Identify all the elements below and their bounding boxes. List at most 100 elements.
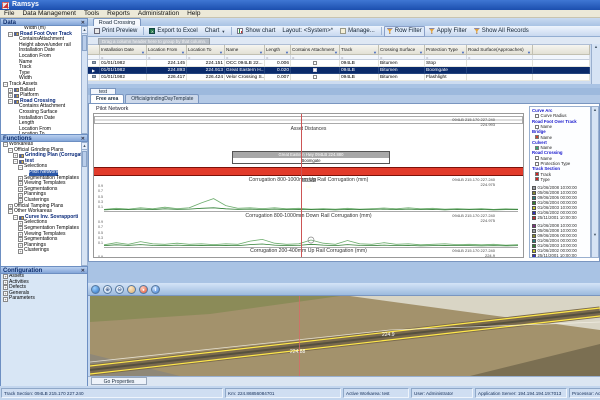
legend-checkbox[interactable]: [535, 135, 539, 139]
info-icon[interactable]: i: [151, 285, 160, 294]
grid-cell[interactable]: 224.145: [147, 60, 187, 67]
column-header-road-surface-approaches-[interactable]: Road Surface(Approaches)▼: [467, 45, 533, 55]
aerial-photo[interactable]: 224.88224.9: [90, 296, 600, 376]
expand-icon[interactable]: +: [3, 285, 8, 290]
grid-cell[interactable]: [291, 60, 340, 67]
filter-icon[interactable]: ▼: [219, 48, 223, 55]
expand-icon[interactable]: +: [3, 274, 8, 279]
expand-icon[interactable]: +: [8, 204, 13, 209]
grid-cell[interactable]: Velor Crossing S...: [225, 74, 265, 81]
menu-reports[interactable]: Reports: [103, 10, 134, 17]
column-header-crossing-surface[interactable]: Crossing Surface▼: [379, 45, 425, 55]
view-tab-officialgrindingdaytemplate[interactable]: OfficialgrindingDayTemplate: [125, 94, 199, 103]
grid-cell[interactable]: [467, 67, 533, 74]
export-to-excel-button[interactable]: XExport to Excel: [146, 26, 200, 37]
title-bar[interactable]: Ramsys: [0, 0, 600, 10]
filter-icon[interactable]: ▼: [141, 48, 145, 55]
grid-cell[interactable]: [291, 67, 340, 74]
collapse-icon[interactable]: −: [8, 209, 13, 214]
show-all-records-button[interactable]: Show All Records: [471, 26, 532, 37]
legend-scrollbar[interactable]: ▲▼: [591, 106, 599, 258]
chart-button[interactable]: Chart▼: [202, 26, 229, 37]
collapse-icon[interactable]: −: [8, 99, 13, 104]
view-tab-free-area[interactable]: Free area: [90, 94, 124, 103]
grid-cell[interactable]: 224.913: [187, 67, 225, 74]
grid-cell[interactable]: 01/01/1982: [100, 74, 147, 81]
zoom-in-icon[interactable]: ⊕: [103, 285, 112, 294]
collapse-icon[interactable]: −: [8, 148, 13, 153]
legend-checkbox[interactable]: [535, 177, 539, 181]
filter-icon[interactable]: ▼: [461, 48, 465, 55]
grid-cell[interactable]: 01/01/1982: [100, 60, 147, 67]
scroll-thumb[interactable]: [82, 35, 87, 51]
legend-checkbox[interactable]: [535, 146, 539, 150]
grid-cell[interactable]: Boomgate: [425, 67, 467, 74]
contains-attachment-checkbox[interactable]: [313, 68, 317, 72]
expand-icon[interactable]: +: [18, 176, 23, 181]
expand-icon[interactable]: +: [3, 280, 8, 285]
globe-icon[interactable]: [91, 285, 100, 294]
filter-icon[interactable]: ▼: [527, 48, 531, 55]
grid-cell[interactable]: Stop: [425, 60, 467, 67]
legend-checkbox[interactable]: [535, 172, 539, 176]
expand-icon[interactable]: +: [18, 221, 23, 226]
functions-panel-header[interactable]: Functions ✕: [0, 134, 88, 142]
expand-icon[interactable]: +: [18, 232, 23, 237]
expand-icon[interactable]: +: [3, 297, 8, 302]
grid-cell[interactable]: Bitumen: [379, 74, 425, 81]
column-header-contains-attachment[interactable]: Contains Attachment▼: [291, 45, 340, 55]
collapse-icon[interactable]: −: [18, 165, 23, 170]
zoom-out-icon[interactable]: ⊖: [115, 285, 124, 294]
menu-help[interactable]: Help: [183, 10, 204, 17]
contains-attachment-checkbox[interactable]: [313, 75, 317, 79]
table-row[interactable]: 01/01/1982226.417226.424Velor Crossing S…: [88, 74, 600, 81]
expand-icon[interactable]: +: [18, 237, 23, 242]
group-by-bar[interactable]: Drag a column header here to group by th…: [88, 37, 600, 45]
pan-hand-icon[interactable]: [127, 285, 136, 294]
column-header-location-to[interactable]: Location To▼: [187, 45, 225, 55]
grid-cell[interactable]: 094LB: [340, 67, 379, 74]
expand-icon[interactable]: +: [8, 88, 13, 93]
legend-checkbox[interactable]: [535, 125, 539, 129]
grid-cell[interactable]: Flashlight: [425, 74, 467, 81]
chart-cursor-line[interactable]: [301, 114, 302, 258]
tree-item-parameters[interactable]: +Parameters: [1, 296, 87, 302]
layout-system--button[interactable]: Layout: <System>*: [279, 26, 336, 37]
pilot-network-chart[interactable]: Asset Distances 094LB 215.170 227.240 22…: [93, 113, 524, 258]
filter-icon[interactable]: ▼: [181, 48, 185, 55]
apply-filter-button[interactable]: Apply Filter: [426, 26, 470, 37]
manage--button[interactable]: Manage...: [337, 26, 378, 37]
grid-cell[interactable]: 094LB: [340, 74, 379, 81]
data-tree-scrollbar[interactable]: ▲: [81, 26, 88, 134]
menu-data-management[interactable]: Data Management: [18, 10, 79, 17]
grid-cell[interactable]: 094LB: [340, 60, 379, 67]
show-chart-button[interactable]: Show chart: [234, 26, 278, 37]
menu-file[interactable]: File: [0, 10, 18, 17]
filter-icon[interactable]: ▼: [334, 48, 338, 55]
grid-cell[interactable]: 0.006: [265, 60, 291, 67]
tree-item-grinding-plan-corrugation-bas[interactable]: +Grinding Plan (Corrugation bas: [1, 153, 87, 159]
collapse-icon[interactable]: −: [13, 159, 18, 164]
collapse-icon[interactable]: −: [3, 82, 8, 87]
legend-checkbox[interactable]: [535, 162, 539, 166]
collapse-icon[interactable]: −: [8, 32, 13, 37]
expand-icon[interactable]: +: [18, 249, 23, 254]
grid-cell[interactable]: [467, 60, 533, 67]
grid-cell[interactable]: OCC 094LB 22...: [225, 60, 265, 67]
menu-administration[interactable]: Administration: [134, 10, 183, 17]
red-target-icon[interactable]: ●: [139, 285, 148, 294]
grid-scrollbar[interactable]: ▲: [591, 44, 600, 84]
grid-cell[interactable]: [467, 74, 533, 81]
column-header-name[interactable]: Name▼: [225, 45, 265, 55]
expand-icon[interactable]: +: [18, 243, 23, 248]
expand-icon[interactable]: +: [18, 193, 23, 198]
grid-cell[interactable]: 224.893: [147, 67, 187, 74]
filter-icon[interactable]: ▼: [259, 48, 263, 55]
collapse-icon[interactable]: −: [13, 215, 18, 220]
grid-cell[interactable]: 0.020: [265, 67, 291, 74]
expand-icon[interactable]: +: [18, 187, 23, 192]
tree-item-clusterings[interactable]: +Clusterings: [1, 248, 87, 254]
print-preview-button[interactable]: Print Preview: [91, 26, 140, 37]
grid-cell[interactable]: 226.424: [187, 74, 225, 81]
scroll-thumb[interactable]: [82, 151, 87, 167]
